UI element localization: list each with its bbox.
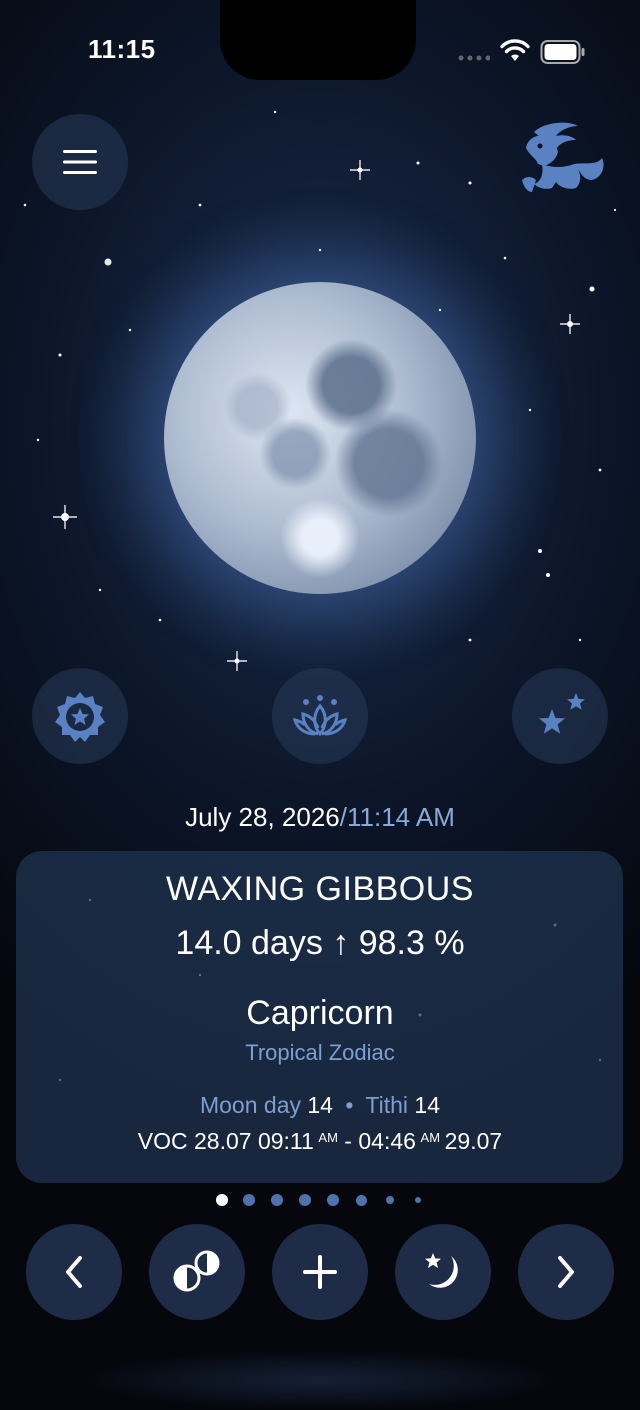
- tithi-label: Tithi: [365, 1092, 409, 1118]
- tithi-value: 14: [414, 1092, 441, 1118]
- page-dot[interactable]: [271, 1194, 283, 1206]
- moon-zodiac-sign: Capricorn: [246, 994, 394, 1032]
- void-of-course-period: VOC 28.07 09:11 AM - 04:46 AM 29.07: [0, 1128, 640, 1155]
- zodiac-type-label: Tropical Zodiac: [245, 1040, 395, 1065]
- datetime-separator: /: [339, 802, 347, 832]
- page-dot-active[interactable]: [216, 1194, 228, 1206]
- capricorn-sign-icon[interactable]: [516, 118, 608, 204]
- selected-time: 11:14 AM: [346, 802, 455, 832]
- page-indicator[interactable]: [212, 1192, 428, 1208]
- moon-day-tithi: Moon day 14 • Tithi 14: [0, 1092, 640, 1119]
- plus-icon: [303, 1255, 337, 1289]
- voc-start: VOC 28.07 09:11: [137, 1128, 314, 1154]
- bottom-glow: [80, 1350, 560, 1410]
- voc-start-ampm: AM: [318, 1130, 338, 1145]
- lotus-icon: [293, 695, 347, 737]
- moon-phases-icon: [173, 1250, 220, 1292]
- voc-end-time: - 04:46: [337, 1128, 416, 1154]
- astrology-badge-button[interactable]: [32, 668, 128, 764]
- wifi-icon: [500, 39, 530, 61]
- night-mode-button[interactable]: [395, 1224, 491, 1320]
- cellular-signal-icon: [458, 55, 490, 61]
- voc-end-ampm: AM: [420, 1130, 441, 1145]
- voc-end-date: 29.07: [444, 1128, 503, 1154]
- moon-phase-name: WAXING GIBBOUS: [165, 870, 474, 908]
- chevron-right-icon: [558, 1256, 574, 1288]
- selected-datetime[interactable]: July 28, 2026/11:14 AM: [0, 802, 640, 833]
- badge-star-icon: [55, 692, 105, 742]
- page-dot[interactable]: [356, 1195, 367, 1206]
- selected-date: July 28, 2026: [185, 802, 340, 832]
- status-time: 11:15: [88, 34, 156, 64]
- moon-star-icon: [425, 1253, 458, 1288]
- page-dot[interactable]: [243, 1194, 255, 1206]
- next-day-button[interactable]: [518, 1224, 614, 1320]
- chevron-left-icon: [66, 1256, 82, 1288]
- status-bar: 11:15: [0, 0, 640, 100]
- page-dot[interactable]: [386, 1196, 394, 1204]
- separator-dot: •: [345, 1092, 354, 1118]
- stars-icon: [539, 693, 585, 734]
- battery-icon: [540, 40, 585, 64]
- page-dot[interactable]: [327, 1194, 339, 1206]
- previous-day-button[interactable]: [26, 1224, 122, 1320]
- moon-day-label: Moon day: [199, 1092, 301, 1118]
- page-dot[interactable]: [299, 1194, 311, 1206]
- moon-age-illumination: 14.0 days ↑ 98.3 %: [175, 924, 465, 962]
- favorites-button[interactable]: [512, 668, 608, 764]
- meditation-button[interactable]: [272, 668, 368, 764]
- menu-button[interactable]: [32, 114, 128, 210]
- page-dot[interactable]: [415, 1197, 421, 1203]
- moon-phases-button[interactable]: [149, 1224, 245, 1320]
- moon-day-value: 14: [307, 1092, 333, 1118]
- moon-phase-image[interactable]: [164, 282, 476, 594]
- hamburger-menu-icon: [63, 150, 97, 174]
- dynamic-island: [220, 0, 416, 80]
- add-button[interactable]: [272, 1224, 368, 1320]
